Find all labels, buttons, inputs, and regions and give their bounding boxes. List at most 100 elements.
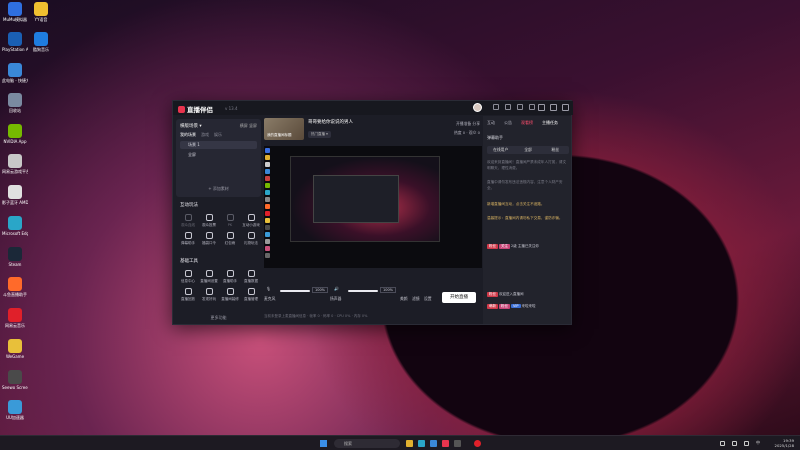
tool-button[interactable]: PK xyxy=(221,214,239,227)
desktop-icon[interactable]: PlayStation Accessories xyxy=(2,32,28,52)
tool-button[interactable]: 直播数据 xyxy=(242,270,260,284)
tool-button[interactable]: 观众投票 xyxy=(200,214,218,228)
seg-all[interactable]: 全部 xyxy=(514,146,541,154)
start-icon[interactable] xyxy=(320,440,327,447)
user-badge: 萌新 xyxy=(487,304,498,309)
tool-label: 福袋口令 xyxy=(202,241,216,245)
app-icon xyxy=(8,124,22,138)
tool-button[interactable]: 信息中心 xyxy=(179,270,197,284)
tool-label: 礼物玩法 xyxy=(244,241,258,245)
message-icon[interactable] xyxy=(493,104,499,110)
filter-button[interactable]: 滤镜 xyxy=(412,296,420,302)
tool-button[interactable]: 礼物玩法 xyxy=(242,232,260,246)
close-icon[interactable] xyxy=(562,104,569,111)
desktop-icon[interactable]: YY语音 xyxy=(28,2,54,22)
cover-label: 我的直播间标题 xyxy=(267,133,292,137)
tool-button[interactable]: 直播回放 xyxy=(179,288,197,302)
scene-item[interactable]: 场景 1 xyxy=(180,141,257,149)
chat-message[interactable]: 萌新 粉丝 VIP 来啦来啦 xyxy=(487,304,569,309)
room-title[interactable]: 哥哥要给你说说的男人 xyxy=(308,119,353,125)
tab-interact[interactable]: 互动 xyxy=(487,120,495,126)
tool-button[interactable]: 福袋口令 xyxy=(200,232,218,246)
chat-message[interactable]: 粉丝 关注 2级 主播已关注你 xyxy=(487,244,569,249)
clock-date: 2025/1/28 xyxy=(774,443,794,448)
speaker-slider[interactable] xyxy=(348,290,378,292)
scene-item[interactable]: 全屏 xyxy=(180,151,257,159)
mic-icon[interactable]: 🎙 xyxy=(266,286,271,291)
clock[interactable]: 19:39 2025/1/28 xyxy=(775,438,794,448)
source-icon-strip xyxy=(265,148,271,266)
netease-music-icon[interactable] xyxy=(474,440,481,447)
tab-game[interactable]: 游戏 xyxy=(201,132,209,138)
input-method[interactable]: 中 xyxy=(756,440,760,446)
tool-button[interactable]: 直播间设置 xyxy=(200,270,218,284)
tool-button[interactable]: 发现好玩 xyxy=(200,288,218,302)
desktop-icon[interactable]: MuMu模拟器 xyxy=(2,2,28,22)
tool-button[interactable]: 直播助手 xyxy=(221,270,239,284)
tool-button[interactable]: 互动小游戏 xyxy=(242,214,260,228)
tab-my-scenes[interactable]: 我的场景 xyxy=(180,132,196,138)
desktop-icon[interactable]: UU加速器 xyxy=(2,400,28,420)
desktop-icon[interactable]: Microsoft Edge xyxy=(2,216,28,236)
desktop-icon[interactable]: 此电脑 - 快捷方式 xyxy=(2,63,28,83)
desktop-icon[interactable]: 网易云游戏平台 xyxy=(2,154,28,174)
folder-icon[interactable] xyxy=(406,440,413,447)
seg-online[interactable]: 在线用户 xyxy=(487,146,514,154)
start-live-button[interactable]: 开始直播 xyxy=(442,292,476,303)
desktop-icon[interactable]: Seewo Screen xyxy=(2,370,28,390)
tab-entertainment[interactable]: 娱乐 xyxy=(214,132,222,138)
chat-message[interactable]: 粉丝 欢迎进入直播间 xyxy=(487,292,569,297)
store-icon[interactable] xyxy=(430,440,437,447)
desktop-icon-label: WeGame xyxy=(5,354,25,359)
app-name: 直播伴侣 xyxy=(187,106,213,114)
desktop-icon[interactable]: 回收站 xyxy=(2,93,28,113)
mic-slider[interactable] xyxy=(280,290,310,292)
avatar[interactable] xyxy=(473,103,482,112)
skin-icon[interactable] xyxy=(517,104,523,110)
tab-notice[interactable]: 公告 xyxy=(504,120,512,126)
tab-rank[interactable]: 观看榜 xyxy=(521,120,533,126)
desktop-icon[interactable]: 网易云音乐 xyxy=(2,308,28,328)
more-functions-button[interactable]: 更多功能 xyxy=(176,315,261,321)
speaker-icon[interactable]: 🔊 xyxy=(334,286,339,291)
volume-icon[interactable] xyxy=(732,441,737,446)
tool-button[interactable]: 直播管理 xyxy=(242,288,260,302)
edge-icon[interactable] xyxy=(418,440,425,447)
prep-share[interactable]: 开播准备 分享 xyxy=(454,119,480,128)
tab-task[interactable]: 主播任务 xyxy=(542,120,558,126)
live-app-icon[interactable] xyxy=(442,440,449,447)
wifi-icon[interactable] xyxy=(720,441,725,446)
settings-button[interactable]: 设置 xyxy=(424,296,432,302)
tool-button[interactable]: 直播间装修 xyxy=(221,288,239,302)
app-version: v 13.4 xyxy=(225,106,238,111)
room-category[interactable]: 热门直播 ▾ xyxy=(308,131,331,138)
seg-fans[interactable]: 粉丝 xyxy=(542,146,569,154)
desktop-icon[interactable]: WeGame xyxy=(2,339,28,359)
tool-button[interactable]: 观众连线 xyxy=(179,214,197,228)
app-icon[interactable] xyxy=(454,440,461,447)
scene-title[interactable]: 横版场景 ▾ xyxy=(180,123,202,129)
minimize-icon[interactable] xyxy=(538,104,545,111)
desktop-icon[interactable]: 影子蓝牙 AMD xyxy=(2,185,28,205)
tool-icon xyxy=(226,214,234,221)
chat-icon[interactable] xyxy=(505,104,511,110)
battery-icon[interactable] xyxy=(744,441,749,446)
add-source-button[interactable]: + 添加素材 xyxy=(176,186,261,192)
user-badge: 粉丝 xyxy=(499,304,510,309)
orientation-landscape[interactable]: 横屏 xyxy=(240,123,248,128)
tool-button[interactable]: 弹幕助手 xyxy=(179,232,197,246)
beauty-button[interactable]: 美颜 xyxy=(400,296,408,302)
orientation-portrait[interactable]: 竖屏 xyxy=(249,123,257,128)
desktop-icon[interactable]: 斗鱼直播助手 xyxy=(2,277,28,297)
maximize-icon[interactable] xyxy=(550,104,557,111)
desktop-icon[interactable]: Steam xyxy=(2,247,28,267)
room-cover[interactable]: 我的直播间标题 xyxy=(264,118,304,140)
tool-icon xyxy=(184,288,192,295)
search-input[interactable]: 搜索 xyxy=(334,439,400,448)
menu-icon[interactable] xyxy=(529,104,535,110)
desktop-icon[interactable]: 酷狗音乐 xyxy=(28,32,54,52)
logo-icon xyxy=(178,106,185,113)
desktop-icon[interactable]: NVIDIA App xyxy=(2,124,28,144)
live-preview[interactable] xyxy=(264,146,482,268)
tool-button[interactable]: 红包雨 xyxy=(221,232,239,246)
